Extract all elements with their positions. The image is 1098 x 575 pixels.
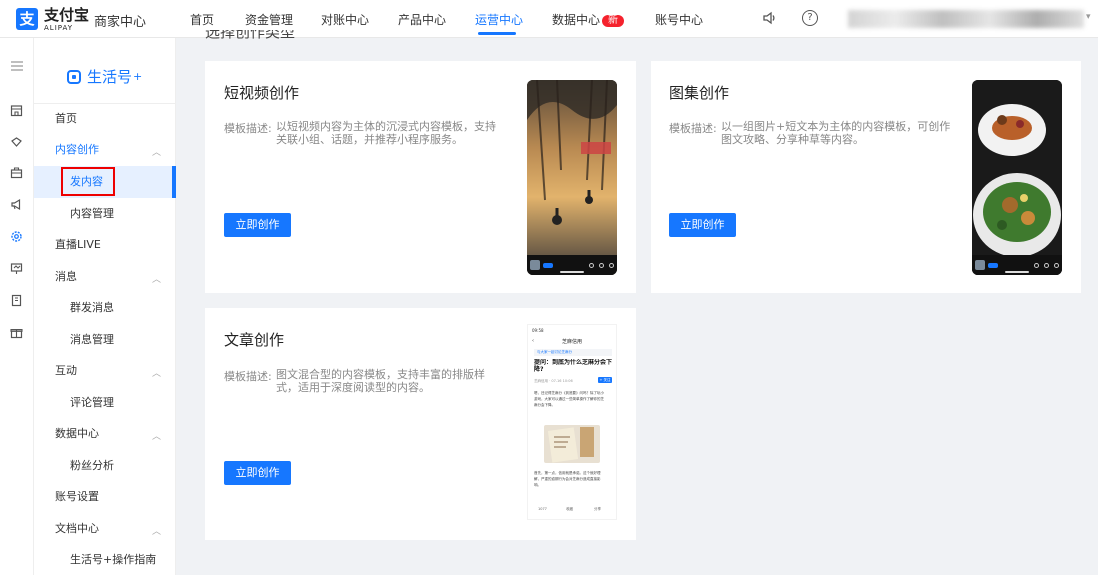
topic-tag: 与大家一起讨论芝麻分	[534, 349, 612, 356]
sidebar-item-broadcast[interactable]: 群发消息	[70, 293, 114, 323]
favorite-label: 收藏	[566, 507, 573, 511]
card-title: 文章创作	[224, 331, 285, 349]
share-label: 分享	[594, 507, 601, 511]
sidebar-item-fan-analysis[interactable]: 粉丝分析	[70, 451, 114, 481]
article-paragraph: 嗯，还记得芝麻分《到底要》问吗？除了玩小游戏，大家可以通过一些简单操作了解你的芝…	[534, 391, 604, 407]
desc-label: 模板描述:	[669, 122, 717, 135]
phone-status-time: 09:58	[532, 328, 544, 333]
follow-button: + 关注	[598, 377, 612, 383]
user-account-blurred[interactable]	[848, 10, 1084, 28]
create-image-album-button[interactable]: 立即创作	[669, 213, 736, 237]
sidebar-item-message-management[interactable]: 消息管理	[70, 325, 114, 355]
chevron-up-icon[interactable]: ︿	[152, 145, 161, 158]
help-icon[interactable]: ?	[802, 10, 818, 26]
card-description: 图文混合型的内容模板，支持丰富的排版样式，适用于深度阅读型的内容。	[276, 368, 485, 394]
desc-label: 模板描述:	[224, 122, 272, 135]
sidebar-item-comment-management[interactable]: 评论管理	[70, 388, 114, 418]
sidebar-item-docs[interactable]: 文档中心	[55, 514, 99, 544]
sidebar-item-publish-content[interactable]: 发内容	[70, 167, 103, 197]
section-heading: 选择创作类型	[205, 30, 325, 42]
life-account-plus: +	[133, 70, 143, 83]
chat-icon	[599, 262, 604, 268]
megaphone-icon[interactable]	[9, 198, 24, 212]
avatar	[530, 260, 540, 270]
diamond-icon[interactable]	[9, 136, 24, 150]
comment-count: 1077	[538, 507, 547, 511]
store-icon[interactable]	[9, 104, 24, 118]
life-account-icon	[67, 69, 81, 84]
nav-home[interactable]: 首页	[190, 11, 214, 28]
sidebar-item-content-creation[interactable]: 内容创作	[55, 135, 99, 165]
gift-icon[interactable]	[9, 326, 24, 340]
life-account-logo[interactable]: 生活号 +	[67, 66, 142, 87]
nav-data-center-label: 数据中心	[552, 13, 601, 27]
card-description: 以一组图片+短文本为主体的内容模板，可创作图文攻略、分享种草等内容。	[721, 120, 951, 146]
article-preview-image: 09:58 芝麻信用 ‹ 与大家一起讨论芝麻分 提问：到底为什么芝麻分会下降? …	[527, 324, 617, 520]
nav-account[interactable]: 账号中心	[655, 11, 703, 28]
sidebar-item-guide[interactable]: 生活号+操作指南	[70, 545, 156, 575]
chat-icon	[1044, 262, 1049, 268]
article-inline-image	[544, 425, 600, 463]
gear-flower-icon[interactable]	[9, 230, 24, 244]
merchant-center-title[interactable]: 商家中心	[94, 11, 146, 30]
presentation-icon[interactable]	[9, 262, 24, 276]
chevron-up-icon[interactable]: ︿	[152, 272, 161, 285]
create-article-button[interactable]: 立即创作	[224, 461, 291, 485]
heart-icon	[1054, 262, 1059, 268]
chevron-up-icon[interactable]: ︿	[152, 366, 161, 379]
life-account-name: 生活号	[87, 68, 133, 86]
article-nav-title: 芝麻信用	[561, 339, 582, 345]
image-album-preview-image	[972, 80, 1062, 275]
create-short-video-button[interactable]: 立即创作	[224, 213, 291, 237]
nav-operations[interactable]: 运营中心	[475, 11, 523, 28]
home-indicator	[1005, 271, 1029, 273]
menu-icon[interactable]	[9, 60, 24, 74]
briefcase-icon[interactable]	[9, 166, 24, 180]
section-heading-text: 选择创作类型	[205, 30, 296, 41]
speaker-icon[interactable]	[762, 10, 780, 28]
sidebar-item-home[interactable]: 首页	[55, 104, 77, 134]
card-short-video: 短视频创作 模板描述: 以短视频内容为主体的沉浸式内容模板，支持关联小组、话题，…	[205, 61, 636, 293]
card-title: 短视频创作	[224, 84, 300, 102]
sidebar-active-indicator	[172, 166, 176, 198]
nav-funds[interactable]: 资金管理	[245, 11, 293, 28]
nav-active-indicator	[478, 32, 516, 35]
sidebar-item-content-management[interactable]: 内容管理	[70, 199, 114, 229]
follow-pill	[543, 262, 553, 268]
back-icon: ‹	[532, 338, 534, 344]
card-icon[interactable]	[9, 294, 24, 308]
desc-label: 模板描述:	[224, 370, 272, 383]
nav-reconciliation[interactable]: 对账中心	[321, 11, 369, 28]
chevron-down-icon[interactable]: ▾	[1086, 12, 1091, 22]
alipay-logo-icon[interactable]: 支	[16, 8, 38, 30]
nav-products[interactable]: 产品中心	[398, 11, 446, 28]
card-title: 图集创作	[669, 84, 730, 102]
new-badge: 新	[602, 15, 625, 27]
heart-icon	[609, 262, 614, 268]
home-indicator	[560, 271, 584, 273]
article-meta: 芝麻信用 · 07-16 10:06	[534, 379, 573, 383]
follow-pill	[988, 262, 998, 268]
nav-data-center[interactable]: 数据中心新	[552, 11, 625, 28]
chevron-up-icon[interactable]: ︿	[152, 524, 161, 537]
article-paragraph: 首先，第一点，信用就是承诺。这个就好理解，严重的逾期行为会对芝麻分造成直接影响。	[534, 471, 601, 487]
sidebar-item-account-settings[interactable]: 账号设置	[55, 482, 99, 512]
article-headline: 提问：到底为什么芝麻分会下降?	[534, 359, 612, 373]
sidebar-item-interaction[interactable]: 互动	[55, 356, 77, 386]
icon-rail	[0, 38, 34, 575]
sidebar-active-highlight	[34, 166, 176, 198]
avatar	[975, 260, 985, 270]
card-description: 以短视频内容为主体的沉浸式内容模板，支持关联小组、话题，并推荐小程序服务。	[276, 120, 496, 146]
chevron-up-icon[interactable]: ︿	[152, 429, 161, 442]
top-navigation-bar: 支 支付宝 ALIPAY 商家中心 首页 资金管理 对账中心 产品中心 运营中心…	[0, 0, 1098, 38]
brand-subtitle: ALIPAY	[44, 24, 74, 32]
card-image-album: 图集创作 模板描述: 以一组图片+短文本为主体的内容模板，可创作图文攻略、分享种…	[651, 61, 1081, 293]
star-icon	[1034, 262, 1039, 268]
sidebar-item-data-center[interactable]: 数据中心	[55, 419, 99, 449]
brand-name: 支付宝	[44, 6, 90, 24]
sidebar-item-messages[interactable]: 消息	[55, 262, 77, 292]
short-video-preview-image	[527, 80, 617, 275]
star-icon	[589, 262, 594, 268]
sidebar-item-live[interactable]: 直播LIVE	[55, 230, 101, 260]
